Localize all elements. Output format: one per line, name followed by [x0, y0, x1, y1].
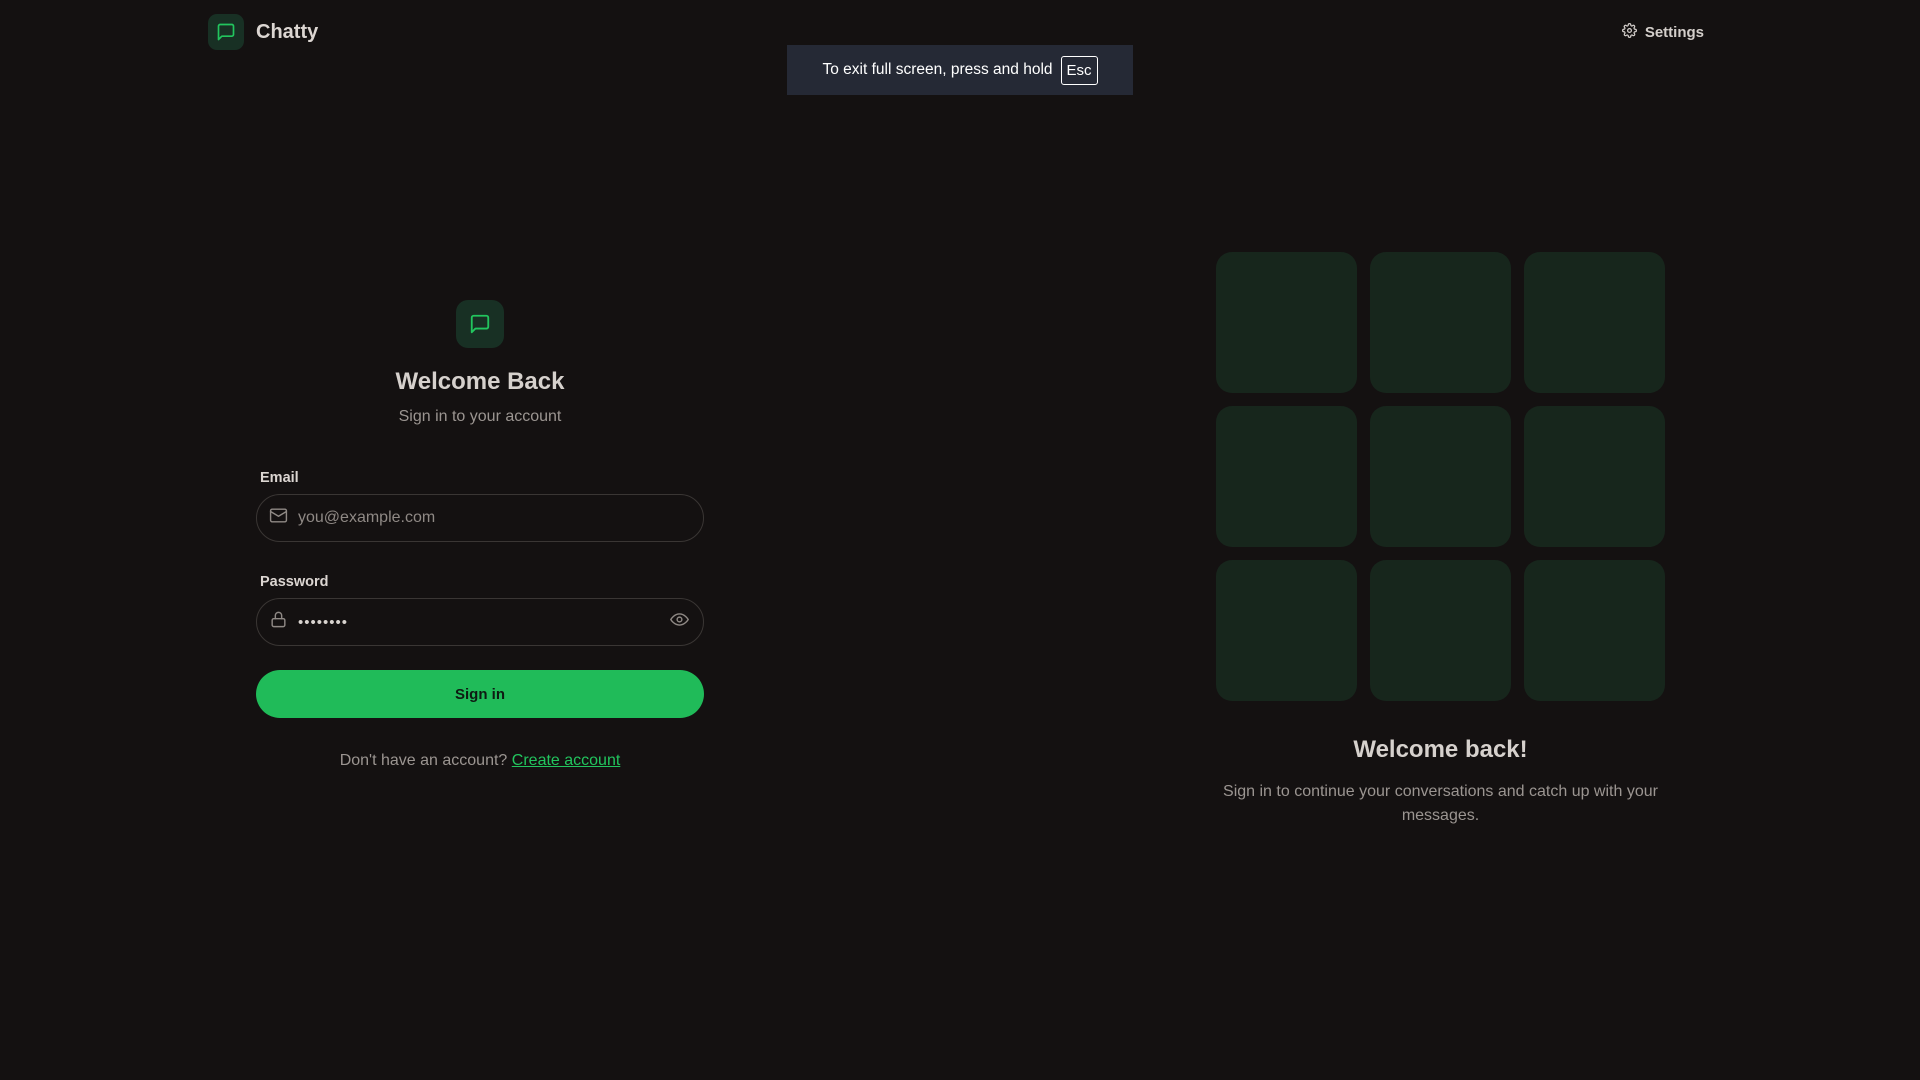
app-name: Chatty: [256, 20, 319, 43]
message-square-icon: [208, 14, 244, 50]
eye-icon[interactable]: [670, 610, 689, 634]
email-label: Email: [260, 470, 299, 486]
decorative-tile: [1524, 560, 1665, 701]
decorative-tile-grid: [1216, 252, 1665, 701]
create-account-link[interactable]: Create account: [512, 752, 621, 769]
fullscreen-notice: To exit full screen, press and hold Esc: [787, 45, 1133, 95]
decorative-tile: [1216, 252, 1357, 393]
page-title: Welcome Back: [395, 368, 565, 395]
email-field-wrapper: [256, 494, 704, 542]
gear-icon: [1621, 22, 1637, 42]
message-square-icon: [456, 300, 504, 348]
decorative-tile: [1524, 252, 1665, 393]
signup-prompt-text: Don't have an account?: [339, 752, 508, 769]
brand[interactable]: Chatty: [208, 14, 318, 50]
settings-label: Settings: [1644, 23, 1704, 41]
mail-icon: [269, 506, 288, 530]
promo-text: Sign in to continue your conversations a…: [1223, 783, 1658, 824]
decorative-tile: [1216, 560, 1357, 701]
promo-title: Welcome back!: [1353, 736, 1528, 763]
esc-key-badge: Esc: [1060, 55, 1098, 85]
decorative-tile: [1216, 406, 1357, 547]
email-field[interactable]: [298, 509, 689, 527]
login-form: Welcome Back Sign in to your account Ema…: [256, 300, 704, 770]
decorative-tile: [1370, 252, 1511, 393]
password-label: Password: [260, 574, 329, 590]
settings-link[interactable]: Settings: [1621, 22, 1704, 42]
decorative-tile: [1524, 406, 1665, 547]
login-page: Chatty Settings To exit full screen, pre…: [0, 0, 1920, 1080]
sign-in-button[interactable]: Sign in: [256, 670, 704, 718]
signup-prompt: Don't have an account? Create account: [256, 752, 704, 770]
fullscreen-notice-text: To exit full screen, press and hold: [822, 61, 1053, 78]
password-field[interactable]: [298, 613, 660, 631]
decorative-tile: [1370, 560, 1511, 701]
password-field-wrapper: [256, 598, 704, 646]
page-subtitle: Sign in to your account: [398, 408, 562, 425]
lock-icon: [269, 610, 288, 634]
decorative-tile: [1370, 406, 1511, 547]
